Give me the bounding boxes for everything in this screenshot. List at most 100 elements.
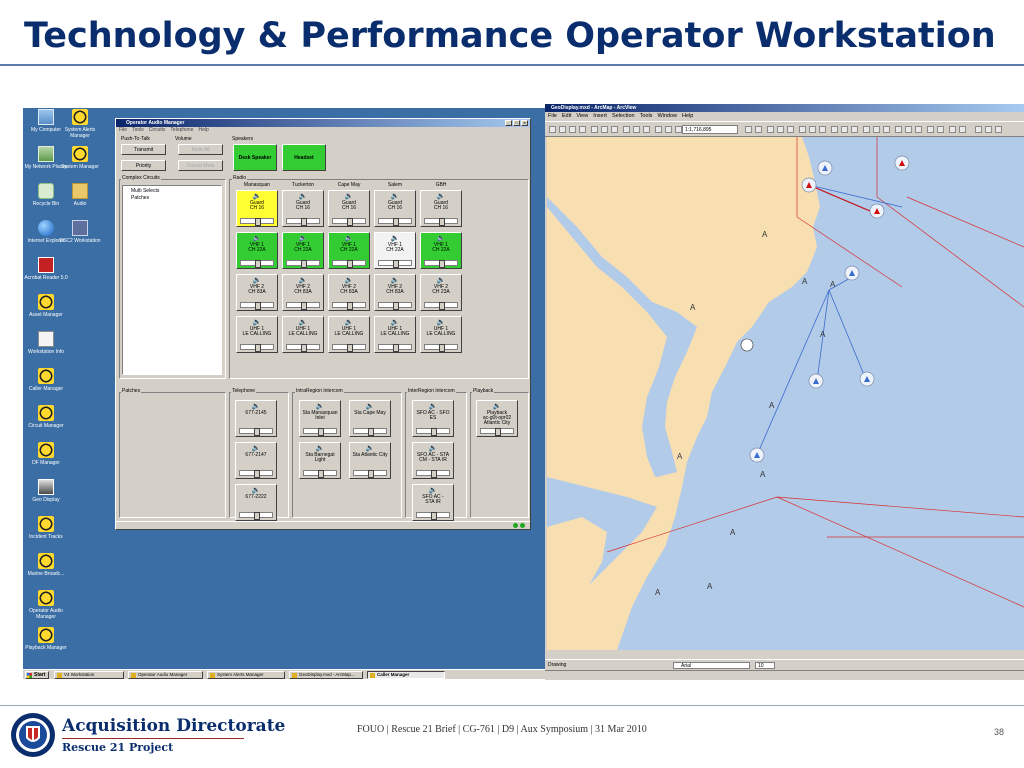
desktop-icon[interactable]: Asset Manager — [23, 294, 69, 318]
volume-slider[interactable] — [286, 302, 320, 310]
intercom-button[interactable]: 🔈 677-2147 — [235, 442, 277, 479]
desktop-icon[interactable]: Operator Audio Manager — [23, 590, 69, 620]
tool-icon[interactable] — [777, 126, 784, 133]
intercom-button[interactable]: 🔈 677-2145 — [235, 400, 277, 437]
desktop-icon[interactable]: Caller Manager — [23, 368, 69, 392]
taskbar-button[interactable]: GeoDisplay.mxd - ArcMap... — [289, 671, 363, 679]
intercom-button[interactable]: 🔈 SFO AC - SFO ES — [412, 400, 454, 437]
volume-slider[interactable] — [353, 470, 387, 478]
tool-icon[interactable] — [883, 126, 890, 133]
menu-item[interactable]: Edit — [562, 112, 571, 121]
tool-icon[interactable] — [611, 126, 618, 133]
tool-icon[interactable] — [559, 126, 566, 133]
tool-icon[interactable] — [755, 126, 762, 133]
desktop-icon[interactable]: Circuit Manager — [23, 405, 69, 429]
tool-icon[interactable] — [569, 126, 576, 133]
priority-button[interactable]: Priority — [121, 160, 166, 171]
tool-icon[interactable] — [601, 126, 608, 133]
volume-slider[interactable] — [353, 428, 387, 436]
intercom-button[interactable]: 🔈 Sta Atlantic City — [349, 442, 391, 479]
start-button[interactable]: Start — [25, 671, 49, 679]
menu-item[interactable]: Help — [199, 127, 209, 134]
radio-channel-button[interactable]: 🔈 VHF 1 CH 22A — [282, 232, 324, 269]
volume-slider[interactable] — [378, 344, 412, 352]
tool-icon[interactable] — [995, 126, 1002, 133]
volume-slider[interactable] — [240, 218, 274, 226]
mute-all-button[interactable]: Mute All — [178, 144, 223, 155]
font-size-field[interactable]: 10 — [755, 662, 775, 669]
radio-channel-button[interactable]: 🔈 VHF 2 CH 83A — [328, 274, 370, 311]
desktop-icon[interactable]: Playback Manager — [23, 627, 69, 651]
radio-channel-button[interactable]: 🔈 VHF 1 CH 22A — [420, 232, 462, 269]
radio-channel-button[interactable]: 🔈 UHF 1 LE CALLING — [236, 316, 278, 353]
desktop-icon[interactable]: Incident Tracks — [23, 516, 69, 540]
volume-slider[interactable] — [332, 218, 366, 226]
radio-channel-button[interactable]: 🔈 VHF 1 CH 22A — [374, 232, 416, 269]
volume-slider[interactable] — [378, 260, 412, 268]
tool-icon[interactable] — [831, 126, 838, 133]
volume-slider[interactable] — [416, 512, 450, 520]
radio-channel-button[interactable]: 🔈 VHF 1 CH 22A — [328, 232, 370, 269]
tool-icon[interactable] — [633, 126, 640, 133]
volume-slider[interactable] — [332, 302, 366, 310]
volume-slider[interactable] — [286, 218, 320, 226]
radio-channel-button[interactable]: 🔈 UHF 1 LE CALLING — [328, 316, 370, 353]
menu-item[interactable]: Insert — [593, 112, 607, 121]
tool-icon[interactable] — [579, 126, 586, 133]
radio-channel-button[interactable]: 🔈 UHF 1 LE CALLING — [420, 316, 462, 353]
desk-speaker-button[interactable]: Desk Speaker — [233, 144, 277, 171]
tool-icon[interactable] — [549, 126, 556, 133]
desktop-icon[interactable]: Workstation Info — [23, 331, 69, 355]
tool-icon[interactable] — [809, 126, 816, 133]
tool-icon[interactable] — [655, 126, 662, 133]
desktop-icon[interactable]: System Manager — [57, 146, 103, 170]
desktop-icon[interactable]: System Alerts Manager — [57, 109, 103, 139]
intercom-button[interactable]: 🔈 Sta Cape May — [349, 400, 391, 437]
volume-slider[interactable] — [286, 260, 320, 268]
map-scale-field[interactable]: 1:1,716,895 — [682, 125, 738, 134]
intercom-button[interactable]: 🔈 Sta Manasquan Inlet — [299, 400, 341, 437]
radio-channel-button[interactable]: 🔈 VHF 2 CH 83A — [282, 274, 324, 311]
menu-item[interactable]: Tools — [132, 127, 144, 134]
drawing-menu[interactable]: Drawing — [548, 662, 566, 668]
desktop-icon[interactable]: DF Manager — [23, 442, 69, 466]
volume-slider[interactable] — [239, 512, 273, 520]
transmit-button[interactable]: Transmit — [121, 144, 166, 155]
tool-icon[interactable] — [915, 126, 922, 133]
volume-slider[interactable] — [416, 470, 450, 478]
menu-item[interactable]: File — [548, 112, 557, 121]
volume-slider[interactable] — [303, 428, 337, 436]
taskbar-button[interactable]: Caller Manager — [367, 671, 445, 679]
tool-icon[interactable] — [975, 126, 982, 133]
font-name-field[interactable]: Arial — [673, 662, 750, 669]
arcmap-titlebar[interactable]: GeoDisplay.mxd - ArcMap - ArcView — [545, 104, 1024, 112]
volume-slider[interactable] — [424, 344, 458, 352]
circuit-tree[interactable]: Multi Selects Patches — [122, 185, 222, 375]
tool-icon[interactable] — [851, 126, 858, 133]
headset-button[interactable]: Headset — [282, 144, 326, 171]
volume-slider[interactable] — [332, 344, 366, 352]
radio-channel-button[interactable]: 🔈 VHF 1 CH 22A — [236, 232, 278, 269]
tool-icon[interactable] — [927, 126, 934, 133]
radio-channel-button[interactable]: 🔈 Guard CH 16 — [328, 190, 370, 227]
tool-icon[interactable] — [949, 126, 956, 133]
volume-slider[interactable] — [424, 302, 458, 310]
menu-item[interactable]: Circuits — [149, 127, 166, 134]
menu-item[interactable]: Tools — [640, 112, 653, 121]
volume-slider[interactable] — [240, 260, 274, 268]
maximize-button[interactable]: □ — [513, 120, 520, 126]
intercom-button[interactable]: 🔈 Playback ac-g0t-opr02 Atlantic City — [476, 400, 518, 437]
volume-slider[interactable] — [240, 302, 274, 310]
intercom-button[interactable]: 🔈 SFO AC - STA CM - STA IR — [412, 442, 454, 479]
tool-icon[interactable] — [643, 126, 650, 133]
radio-channel-button[interactable]: 🔈 UHF 1 LE CALLING — [374, 316, 416, 353]
desktop-icon[interactable]: Marine Broadc... — [23, 553, 69, 577]
intercom-button[interactable]: 🔈 677-2222 — [235, 484, 277, 521]
tool-icon[interactable] — [767, 126, 774, 133]
radio-channel-button[interactable]: 🔈 VHF 2 CH 23A — [420, 274, 462, 311]
tool-icon[interactable] — [819, 126, 826, 133]
radio-channel-button[interactable]: 🔈 Guard CH 16 — [374, 190, 416, 227]
volume-slider[interactable] — [424, 218, 458, 226]
tool-icon[interactable] — [985, 126, 992, 133]
menu-item[interactable]: File — [119, 127, 127, 134]
